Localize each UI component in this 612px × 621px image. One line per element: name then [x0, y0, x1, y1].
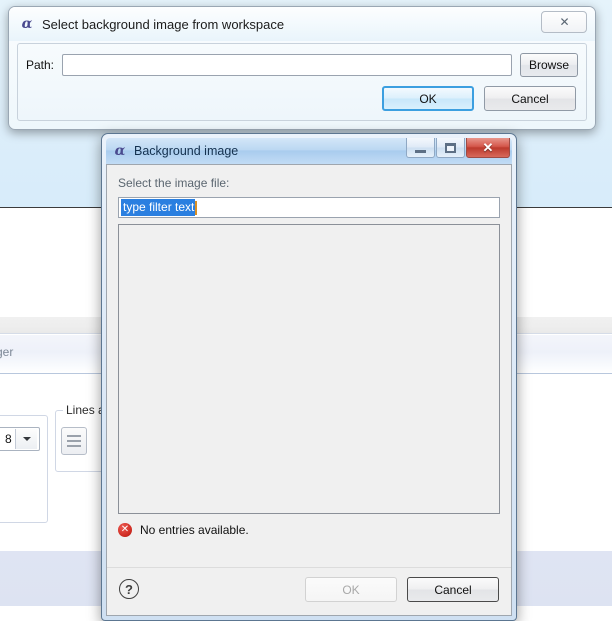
close-icon-glyph: ✕: [482, 139, 494, 155]
chevron-down-icon[interactable]: [15, 429, 37, 449]
dialog-button-bar: OK Cancel: [305, 577, 499, 602]
help-icon-glyph: ?: [125, 581, 133, 597]
filter-input[interactable]: type filter text: [118, 197, 500, 218]
dialog-title: Select background image from workspace: [42, 16, 285, 32]
dialog-button-bar: OK Cancel: [382, 86, 576, 111]
help-icon[interactable]: ?: [119, 579, 139, 599]
dialog-body: Path: Browse OK Cancel: [17, 43, 587, 121]
dialog-title: Background image: [134, 144, 239, 158]
background-partial-label: ger: [0, 345, 14, 359]
close-icon[interactable]: ✕: [466, 138, 510, 158]
alpha-icon: α: [114, 143, 126, 159]
close-icon[interactable]: ✕: [541, 11, 587, 33]
dialog-titlebar[interactable]: α Background image ✕: [106, 138, 512, 164]
background-size-combobox[interactable]: 8: [0, 427, 40, 451]
status-row: ✕ No entries available.: [118, 523, 249, 537]
instruction-label: Select the image file:: [118, 176, 230, 190]
dialog-client-area: Select the image file: type filter text …: [106, 164, 512, 616]
browse-button[interactable]: Browse: [519, 53, 578, 77]
ok-button[interactable]: OK: [305, 577, 397, 602]
error-icon: ✕: [118, 523, 132, 537]
status-message: No entries available.: [140, 523, 249, 537]
cancel-button[interactable]: Cancel: [407, 577, 499, 602]
path-input[interactable]: [62, 54, 512, 76]
dialog-titlebar: α Select background image from workspace…: [9, 7, 595, 41]
path-row: Path: Browse: [26, 53, 578, 77]
dialog-footer: ? OK Cancel: [107, 567, 511, 615]
ok-button[interactable]: OK: [382, 86, 474, 111]
background-image-dialog: α Background image ✕ Select the image fi…: [101, 133, 517, 621]
maximize-icon[interactable]: [436, 138, 465, 158]
cancel-button[interactable]: Cancel: [484, 86, 576, 111]
alpha-icon: α: [21, 16, 33, 32]
background-size-combobox-value: 8: [5, 432, 12, 446]
text-cursor: [195, 200, 198, 215]
minimize-icon[interactable]: [406, 138, 435, 158]
filter-input-value: type filter text: [121, 199, 196, 216]
close-icon-glyph: ✕: [559, 15, 569, 29]
horizontal-lines-icon-button[interactable]: [61, 427, 87, 455]
window-controls: ✕: [405, 138, 510, 158]
path-label: Path:: [26, 58, 55, 72]
select-background-image-dialog: α Select background image from workspace…: [8, 6, 596, 130]
image-file-list[interactable]: [118, 224, 500, 514]
